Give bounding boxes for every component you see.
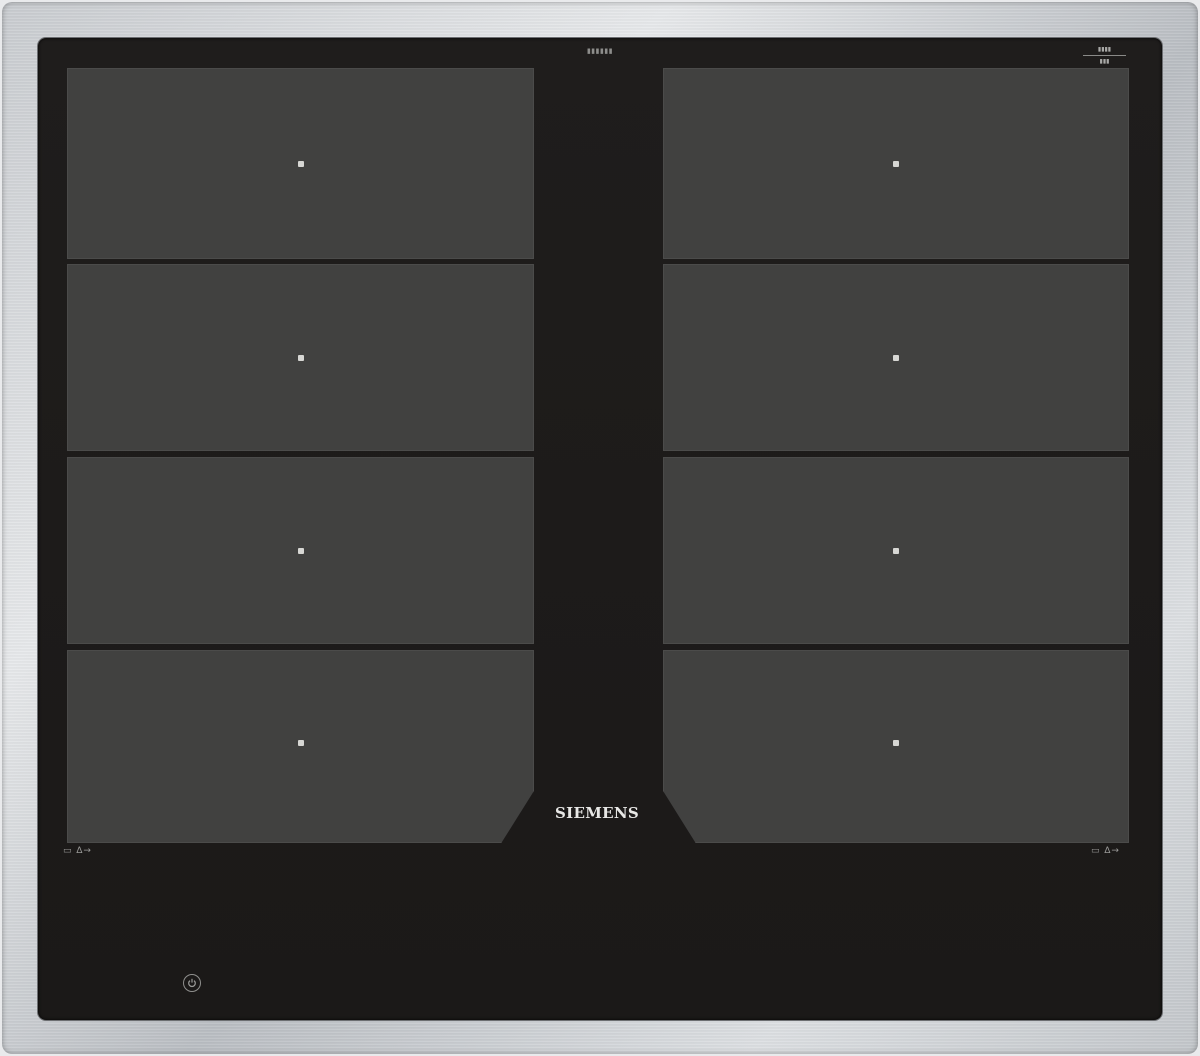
- zone-center-marker: [893, 160, 899, 167]
- zone-center-marker: [297, 739, 304, 746]
- cooking-zone-left-2[interactable]: [67, 264, 534, 451]
- brand-logo: SIEMENS: [555, 804, 639, 822]
- power-icon: [188, 978, 196, 988]
- zone-function-icons-right: ▭ ∆→: [1091, 846, 1120, 856]
- zone-center-marker: [893, 547, 899, 554]
- power-button[interactable]: [183, 974, 201, 992]
- cooking-zone-left-4[interactable]: [67, 650, 534, 843]
- cooking-zone-right-1[interactable]: [663, 68, 1129, 259]
- model-code: ▮▮▮▮▮▮: [586, 47, 614, 55]
- zone-center-marker: [297, 160, 304, 167]
- cooking-zone-left-1[interactable]: [67, 68, 534, 259]
- badge-text-2: ▮▮▮: [1099, 58, 1110, 65]
- cooking-zone-right-2[interactable]: [663, 264, 1129, 451]
- zone-center-marker: [297, 547, 304, 554]
- zone-function-icons-left: ▭ ∆→: [63, 846, 92, 856]
- cooktop-photo: ▮▮▮▮▮▮ ▮▮▮▮ ▮▮▮ SIEMENS ▭ ∆→ ▭ ∆→: [0, 0, 1200, 1056]
- flex-induction-badge: ▮▮▮▮ ▮▮▮: [1079, 46, 1130, 68]
- badge-divider: [1083, 55, 1126, 56]
- cooking-zone-right-4[interactable]: [663, 650, 1129, 843]
- zone-center-marker: [893, 739, 899, 746]
- glass-ceramic-surface: ▮▮▮▮▮▮ ▮▮▮▮ ▮▮▮ SIEMENS ▭ ∆→ ▭ ∆→: [38, 38, 1162, 1020]
- zone-center-marker: [893, 354, 899, 361]
- cooking-zone-right-3[interactable]: [663, 457, 1129, 644]
- zone-center-marker: [297, 354, 304, 361]
- cooking-zone-left-3[interactable]: [67, 457, 534, 644]
- badge-text-1: ▮▮▮▮: [1097, 46, 1112, 53]
